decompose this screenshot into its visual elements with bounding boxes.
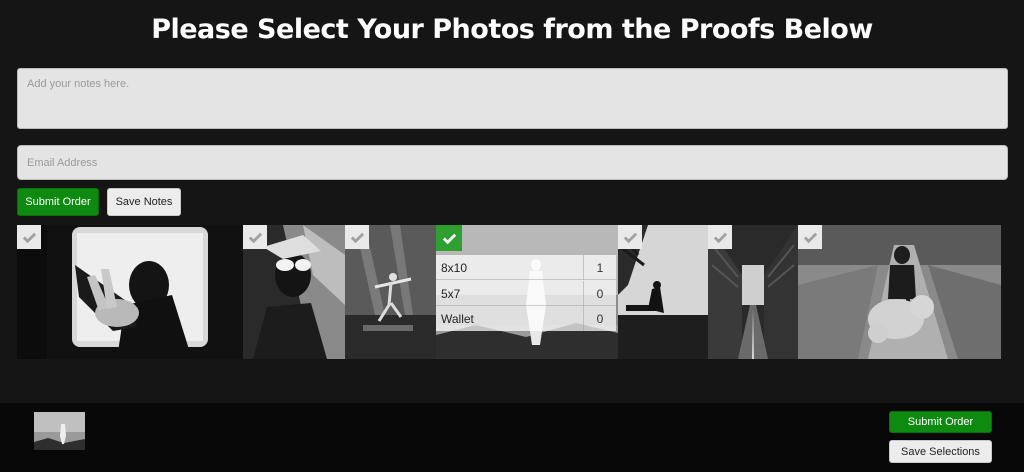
photo-strip: 8x10 1 5x7 0 Wallet 0 (17, 225, 1001, 359)
selection-footer-bar: Submit Order Save Selections (0, 403, 1024, 472)
photo-proof[interactable] (243, 225, 345, 359)
select-checkbox[interactable] (17, 225, 41, 249)
check-icon (713, 232, 727, 243)
selected-photo-thumbnail[interactable] (34, 412, 85, 450)
size-row-5x7[interactable]: 5x7 0 (436, 281, 616, 306)
photo-proof-selected[interactable]: 8x10 1 5x7 0 Wallet 0 (436, 225, 618, 359)
size-row-8x10[interactable]: 8x10 1 (436, 255, 616, 280)
size-label: 5x7 (441, 287, 461, 301)
select-checkbox[interactable] (708, 225, 732, 249)
select-checkbox[interactable] (798, 225, 822, 249)
size-label: Wallet (441, 312, 474, 326)
proof-image (798, 225, 1001, 359)
size-row-wallet[interactable]: Wallet 0 (436, 306, 616, 331)
select-checkbox[interactable] (618, 225, 642, 249)
select-checkbox-checked[interactable] (436, 225, 462, 251)
check-icon (442, 233, 456, 244)
thumbnail-image (34, 412, 85, 450)
photo-proof[interactable] (798, 225, 1001, 359)
check-icon (350, 232, 364, 243)
check-icon (803, 232, 817, 243)
size-quantity[interactable]: 0 (583, 306, 616, 331)
size-quantity[interactable]: 1 (583, 255, 616, 280)
save-selections-button[interactable]: Save Selections (889, 440, 992, 463)
size-options-overlay: 8x10 1 5x7 0 Wallet 0 (436, 255, 616, 331)
proof-image (17, 225, 243, 359)
photo-proof[interactable] (708, 225, 798, 359)
check-icon (22, 232, 36, 243)
check-icon (248, 232, 262, 243)
select-checkbox[interactable] (243, 225, 267, 249)
select-checkbox[interactable] (345, 225, 369, 249)
size-quantity[interactable]: 0 (583, 281, 616, 306)
photo-proof[interactable] (618, 225, 708, 359)
check-icon (623, 232, 637, 243)
save-notes-button[interactable]: Save Notes (107, 188, 181, 216)
email-field[interactable] (17, 145, 1008, 180)
page-title: Please Select Your Photos from the Proof… (151, 14, 873, 45)
submit-order-button[interactable]: Submit Order (17, 188, 99, 216)
size-label: 8x10 (441, 261, 468, 275)
notes-textarea[interactable] (17, 68, 1008, 129)
photo-proof[interactable] (17, 225, 243, 359)
photo-proof[interactable] (345, 225, 436, 359)
footer-submit-order-button[interactable]: Submit Order (889, 411, 992, 433)
